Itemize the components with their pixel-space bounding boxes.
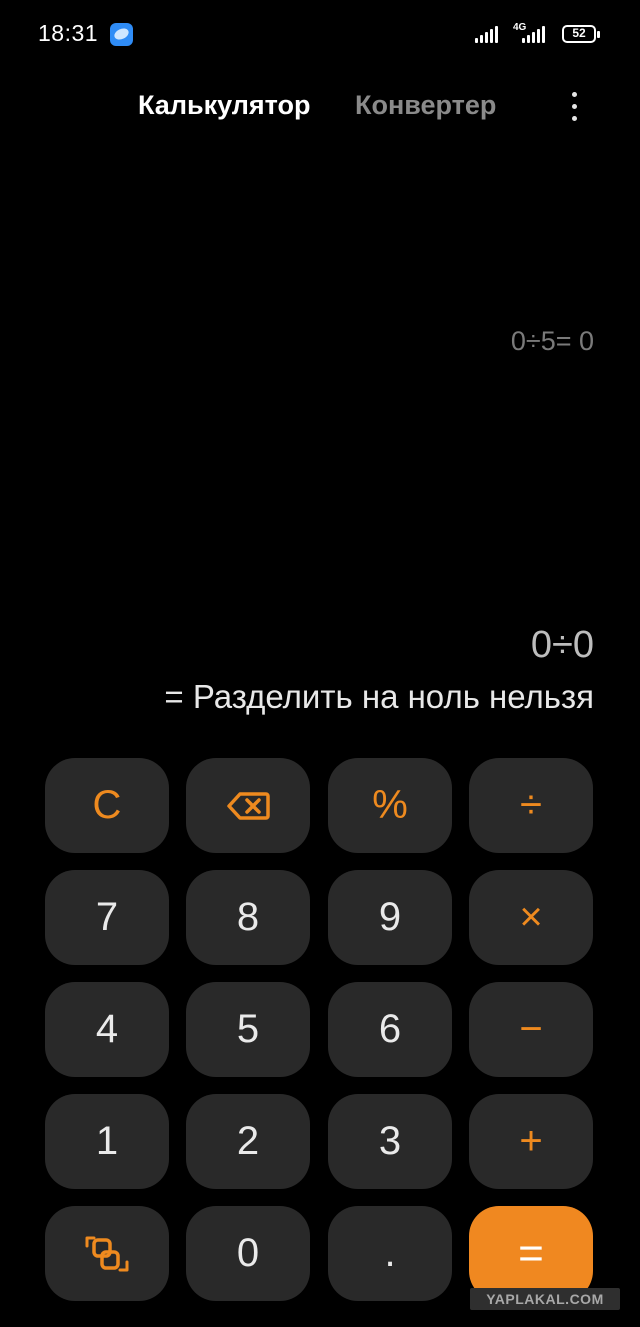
history-entry[interactable]: 0÷5= 0 <box>511 326 594 357</box>
digit-4-label: 4 <box>95 1007 119 1051</box>
tab-converter[interactable]: Конвертер <box>355 90 496 121</box>
digit-9-button[interactable]: 9 <box>328 870 452 965</box>
digit-6-button[interactable]: 6 <box>328 982 452 1077</box>
more-options-icon[interactable] <box>566 92 582 122</box>
digit-0-button[interactable]: 0 <box>186 1206 310 1301</box>
equals-button[interactable]: = <box>469 1206 593 1301</box>
digit-7-label: 7 <box>95 895 119 939</box>
clear-button[interactable]: C <box>45 758 169 853</box>
equals-label: = <box>518 1228 544 1278</box>
watermark: YAPLAKAL.COM <box>470 1288 620 1310</box>
decimal-point-button[interactable]: . <box>328 1206 452 1301</box>
decimal-point-label: . <box>384 1231 396 1275</box>
battery-level: 52 <box>572 26 586 40</box>
digit-5-button[interactable]: 5 <box>186 982 310 1077</box>
result-message: = Разделить на ноль нельзя <box>164 678 594 715</box>
minus-button[interactable]: − <box>469 982 593 1077</box>
battery-icon: 52 <box>562 25 600 43</box>
digit-8-label: 8 <box>236 895 260 939</box>
signal-strength-4g-icon <box>522 25 550 43</box>
digit-8-button[interactable]: 8 <box>186 870 310 965</box>
browser-planet-icon <box>110 23 133 46</box>
digit-2-label: 2 <box>236 1119 260 1163</box>
multiply-button[interactable]: × <box>469 870 593 965</box>
current-expression: 0÷0 <box>530 624 594 666</box>
calculator-screen: 18:31 4G 52 Калькулятор Конвертер 0÷5= 0… <box>0 0 640 1327</box>
digit-2-button[interactable]: 2 <box>186 1094 310 1189</box>
divide-button[interactable]: ÷ <box>469 758 593 853</box>
digit-6-label: 6 <box>378 1007 402 1051</box>
minus-label: − <box>519 1007 543 1051</box>
plus-button[interactable]: + <box>469 1094 593 1189</box>
tab-calculator[interactable]: Калькулятор <box>138 90 311 121</box>
digit-5-label: 5 <box>236 1007 260 1051</box>
digit-7-button[interactable]: 7 <box>45 870 169 965</box>
backspace-button[interactable] <box>186 758 310 853</box>
digit-4-button[interactable]: 4 <box>45 982 169 1077</box>
signal-strength-icon <box>475 25 503 43</box>
plus-label: + <box>519 1119 543 1163</box>
status-time: 18:31 <box>38 20 99 46</box>
digit-3-button[interactable]: 3 <box>328 1094 452 1189</box>
multiply-label: × <box>519 895 543 939</box>
switch-mode-button[interactable] <box>45 1206 169 1301</box>
digit-1-label: 1 <box>95 1119 119 1163</box>
divide-label: ÷ <box>520 783 542 827</box>
status-bar: 18:31 4G 52 <box>0 0 640 70</box>
backspace-icon <box>227 791 270 820</box>
digit-3-label: 3 <box>378 1119 402 1163</box>
switch-mode-icon <box>85 1236 129 1271</box>
percent-label: % <box>372 783 408 827</box>
digit-9-label: 9 <box>378 895 402 939</box>
digit-0-label: 0 <box>236 1231 260 1275</box>
percent-button[interactable]: % <box>328 758 452 853</box>
digit-1-button[interactable]: 1 <box>45 1094 169 1189</box>
clear-label: C <box>92 783 122 827</box>
